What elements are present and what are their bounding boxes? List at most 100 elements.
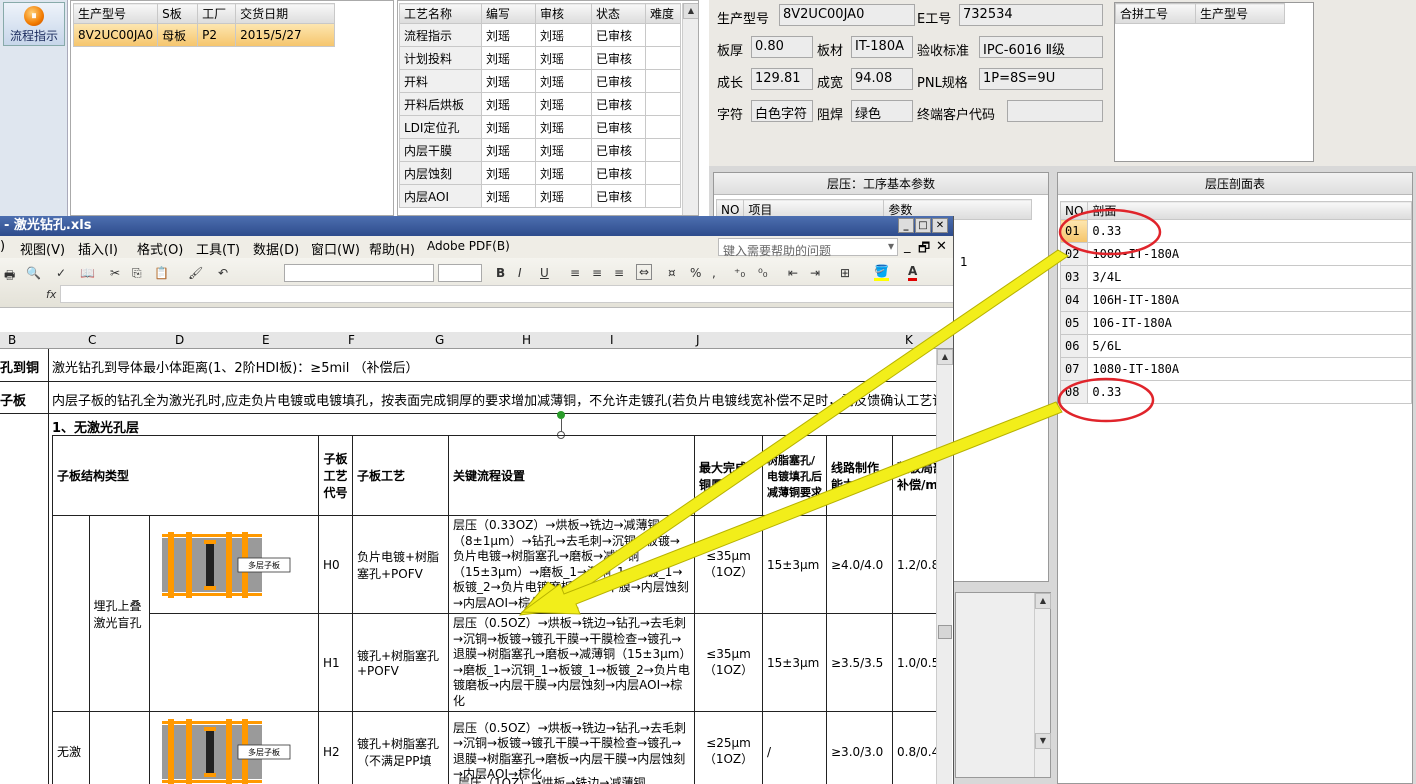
mask-field[interactable]: 绿色	[851, 100, 913, 122]
order-header[interactable]: 交货日期	[235, 3, 335, 24]
close-icon[interactable]: ✕	[932, 218, 948, 233]
process-row[interactable]: LDI定位孔 刘瑶 刘瑶 已审核	[399, 115, 681, 139]
process-row[interactable]: 计划投料 刘瑶 刘瑶 已审核	[399, 46, 681, 70]
indent-icon[interactable]: ⇥	[810, 266, 820, 280]
process-scrollbar[interactable]: ▲	[682, 3, 698, 215]
process-row[interactable]: 流程指示 刘瑶 刘瑶 已审核	[399, 23, 681, 47]
increase-decimal-icon[interactable]: ⁺₀	[734, 266, 745, 280]
lam-profile-row[interactable]: 03 3/4L	[1059, 265, 1412, 289]
italic-icon[interactable]: I	[518, 266, 522, 280]
minimize-icon[interactable]: _	[898, 218, 914, 233]
format-painter-icon[interactable]: 🖌	[188, 266, 203, 280]
menu-help[interactable]: 帮助(H)	[369, 239, 415, 258]
wid-field[interactable]: 94.08	[851, 68, 913, 90]
help-search-input[interactable]: 键入需要帮助的问题 ▾	[718, 238, 898, 258]
doc-close-icon[interactable]: ✕	[936, 239, 947, 254]
char-field[interactable]: 白色字符	[751, 100, 813, 122]
process-header[interactable]: 状态	[591, 3, 646, 24]
process-row[interactable]: 开料 刘瑶 刘瑶 已审核	[399, 69, 681, 93]
print-icon[interactable]: 🖶	[4, 266, 15, 287]
model-field[interactable]: 8V2UC00JA0	[779, 4, 915, 26]
menu-window[interactable]: 窗口(W)	[311, 239, 360, 258]
outdent-icon[interactable]: ⇤	[788, 266, 798, 280]
excel-vscroll[interactable]: ▲	[936, 349, 953, 784]
cut-icon[interactable]: ✂	[110, 266, 120, 280]
len-field[interactable]: 129.81	[751, 68, 813, 90]
column-header[interactable]: F	[348, 333, 355, 347]
process-header[interactable]: 工艺名称	[399, 3, 482, 24]
scroll-up-icon[interactable]: ▲	[937, 349, 953, 365]
copy-icon[interactable]: ⎘	[132, 266, 142, 281]
borders-icon[interactable]: ⊞	[840, 266, 850, 280]
menu-format[interactable]: 格式(O)	[137, 239, 183, 258]
lam-profile-row[interactable]: 01 0.33	[1059, 219, 1412, 243]
fill-color-icon[interactable]: 🪣	[874, 264, 889, 281]
comma-icon[interactable]: ,	[712, 266, 716, 280]
preview-icon[interactable]: 🔍	[26, 266, 41, 280]
undo-icon[interactable]: ↶	[218, 266, 228, 280]
merge-center-icon[interactable]: ⇔	[636, 264, 653, 280]
align-center-icon[interactable]: ≡	[592, 266, 602, 280]
lam-profile-row[interactable]: 02 1080-IT-180A	[1059, 242, 1412, 266]
align-left-icon[interactable]: ≡	[570, 266, 580, 280]
process-header[interactable]: 难度	[645, 3, 681, 24]
percent-icon[interactable]: %	[690, 266, 701, 280]
merge-header[interactable]: 合拼工号	[1115, 3, 1196, 24]
menu-data[interactable]: 数据(D)	[253, 239, 299, 258]
menu-tools[interactable]: 工具(T)	[196, 239, 240, 258]
scroll-down-icon[interactable]: ▼	[1035, 733, 1051, 749]
column-header[interactable]: I	[610, 333, 614, 347]
scroll-up-icon[interactable]: ▲	[1035, 593, 1051, 609]
eno-field[interactable]: 732534	[959, 4, 1103, 26]
material-field[interactable]: IT-180A	[851, 36, 913, 58]
process-row[interactable]: 内层干膜 刘瑶 刘瑶 已审核	[399, 138, 681, 162]
research-icon[interactable]: 📖	[80, 266, 95, 280]
order-header[interactable]: 工厂	[197, 3, 237, 24]
menu-adobe-pdf[interactable]: Adobe PDF(B)	[427, 239, 510, 253]
scroll-up-icon[interactable]: ▲	[683, 3, 698, 19]
dropdown-arrow-icon[interactable]: ▾	[888, 239, 894, 253]
merge-header[interactable]: 生产型号	[1195, 3, 1285, 24]
align-right-icon[interactable]: ≡	[614, 266, 624, 280]
column-header[interactable]: K	[905, 333, 913, 347]
column-header[interactable]: G	[435, 333, 444, 347]
cust-field[interactable]	[1007, 100, 1103, 122]
column-header[interactable]: H	[522, 333, 531, 347]
menu-insert[interactable]: 插入(I)	[78, 239, 118, 258]
font-color-icon[interactable]: A	[908, 264, 918, 281]
column-header[interactable]: C	[88, 333, 96, 347]
bold-icon[interactable]: B	[496, 266, 505, 280]
thick-field[interactable]: 0.80	[751, 36, 813, 58]
process-row[interactable]: 内层蚀刻 刘瑶 刘瑶 已审核	[399, 161, 681, 185]
flow-indicator-button[interactable]: ⏸ 流程指示	[3, 2, 65, 46]
font-select[interactable]	[284, 264, 434, 282]
underline-icon[interactable]: U	[540, 266, 549, 280]
lam-profile-header[interactable]: 剖面	[1087, 201, 1412, 220]
maximize-icon[interactable]: □	[915, 218, 931, 233]
order-header[interactable]: 生产型号	[72, 3, 159, 24]
process-row[interactable]: 开料后烘板 刘瑶 刘瑶 已审核	[399, 92, 681, 116]
formula-bar[interactable]	[60, 285, 953, 303]
lam-profile-row[interactable]: 04 106H-IT-180A	[1059, 288, 1412, 312]
currency-icon[interactable]: ¤	[668, 266, 676, 280]
scroll-thumb[interactable]	[938, 625, 952, 639]
lam-profile-row[interactable]: 07 1080-IT-180A	[1059, 357, 1412, 381]
order-header[interactable]: S板	[157, 3, 199, 24]
lam-profile-row[interactable]: 06 5/6L	[1059, 334, 1412, 358]
column-header[interactable]: D	[175, 333, 184, 347]
font-size-select[interactable]	[438, 264, 482, 282]
column-header[interactable]: J	[696, 333, 700, 347]
decrease-decimal-icon[interactable]: ⁰₀	[758, 266, 768, 280]
doc-minimize-icon[interactable]: _	[904, 239, 911, 254]
menu-view[interactable]: 视图(V)	[20, 239, 65, 258]
spellcheck-icon[interactable]: ✓	[56, 266, 66, 280]
order-row[interactable]: 8V2UC00JA0 母板 P2 2015/5/27	[72, 23, 335, 47]
process-row[interactable]: 内层AOI 刘瑶 刘瑶 已审核	[399, 184, 681, 208]
column-header[interactable]: B	[8, 333, 16, 347]
lam-profile-row[interactable]: 08 0.33	[1059, 380, 1412, 404]
std-field[interactable]: IPC-6016 Ⅱ级	[979, 36, 1103, 58]
lam-profile-header[interactable]: NO	[1059, 201, 1089, 220]
pnl-field[interactable]: 1P=8S=9U	[979, 68, 1103, 90]
lam-profile-row[interactable]: 05 106-IT-180A	[1059, 311, 1412, 335]
paste-icon[interactable]: 📋	[154, 266, 169, 280]
